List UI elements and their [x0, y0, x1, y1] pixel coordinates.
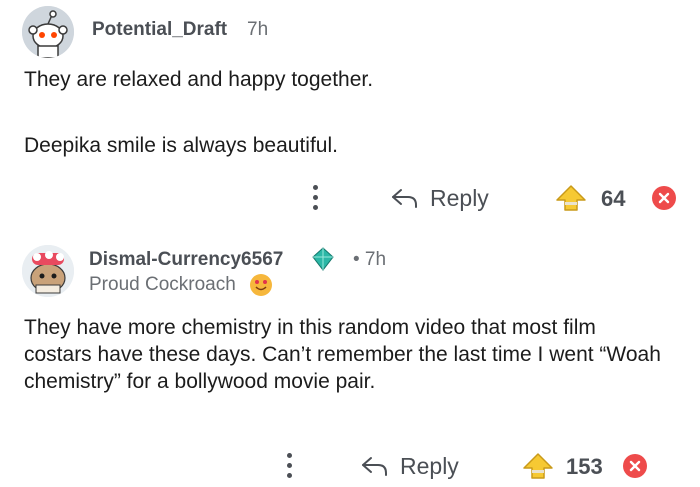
- snoo-avatar-icon: [22, 245, 74, 297]
- comment-body: They have more chemistry in this random …: [24, 316, 661, 393]
- more-options-button[interactable]: [283, 450, 297, 482]
- reply-button[interactable]: Reply: [390, 180, 489, 216]
- downvote-button[interactable]: [652, 186, 676, 210]
- comment-actions: Reply 64: [0, 178, 700, 218]
- reply-label: Reply: [400, 452, 459, 479]
- comment: Potential_Draft 7h They are relaxed and …: [0, 0, 700, 230]
- avatar[interactable]: [22, 6, 74, 58]
- comment-paragraph: They are relaxed and happy together.: [24, 68, 374, 91]
- reply-arrow-icon: [362, 457, 387, 476]
- downvote-icon: [658, 192, 670, 204]
- timestamp: • 7h: [353, 249, 387, 270]
- username[interactable]: Potential_Draft: [92, 19, 227, 41]
- reply-button[interactable]: Reply: [360, 448, 459, 484]
- reply-arrow-icon: [392, 189, 417, 208]
- username[interactable]: Dismal-Currency6567: [89, 249, 283, 271]
- user-flair: Proud Cockroach: [89, 274, 236, 295]
- more-options-button[interactable]: [309, 182, 323, 214]
- upvote-button[interactable]: [522, 452, 554, 480]
- comment-actions: Reply 153: [0, 446, 700, 486]
- reply-label: Reply: [430, 184, 489, 211]
- downvote-icon: [629, 460, 641, 472]
- timestamp: 7h: [247, 19, 269, 40]
- vote-score: 64: [601, 186, 626, 211]
- snoo-avatar-icon: [22, 6, 74, 58]
- avatar[interactable]: [22, 245, 74, 297]
- upvote-icon: [556, 185, 586, 211]
- comment: Dismal-Currency6567 • 7h Proud Cockroach…: [0, 230, 700, 487]
- award-badge-icon: [312, 247, 334, 271]
- smiling-hearts-emoji-icon: [250, 274, 272, 296]
- upvote-button[interactable]: [555, 184, 587, 212]
- more-vertical-icon: [287, 453, 292, 458]
- downvote-button[interactable]: [623, 454, 647, 478]
- upvote-icon: [523, 453, 553, 479]
- vote-score: 153: [566, 454, 603, 479]
- more-vertical-icon: [313, 185, 318, 190]
- comment-paragraph: Deepika smile is always beautiful.: [24, 134, 338, 157]
